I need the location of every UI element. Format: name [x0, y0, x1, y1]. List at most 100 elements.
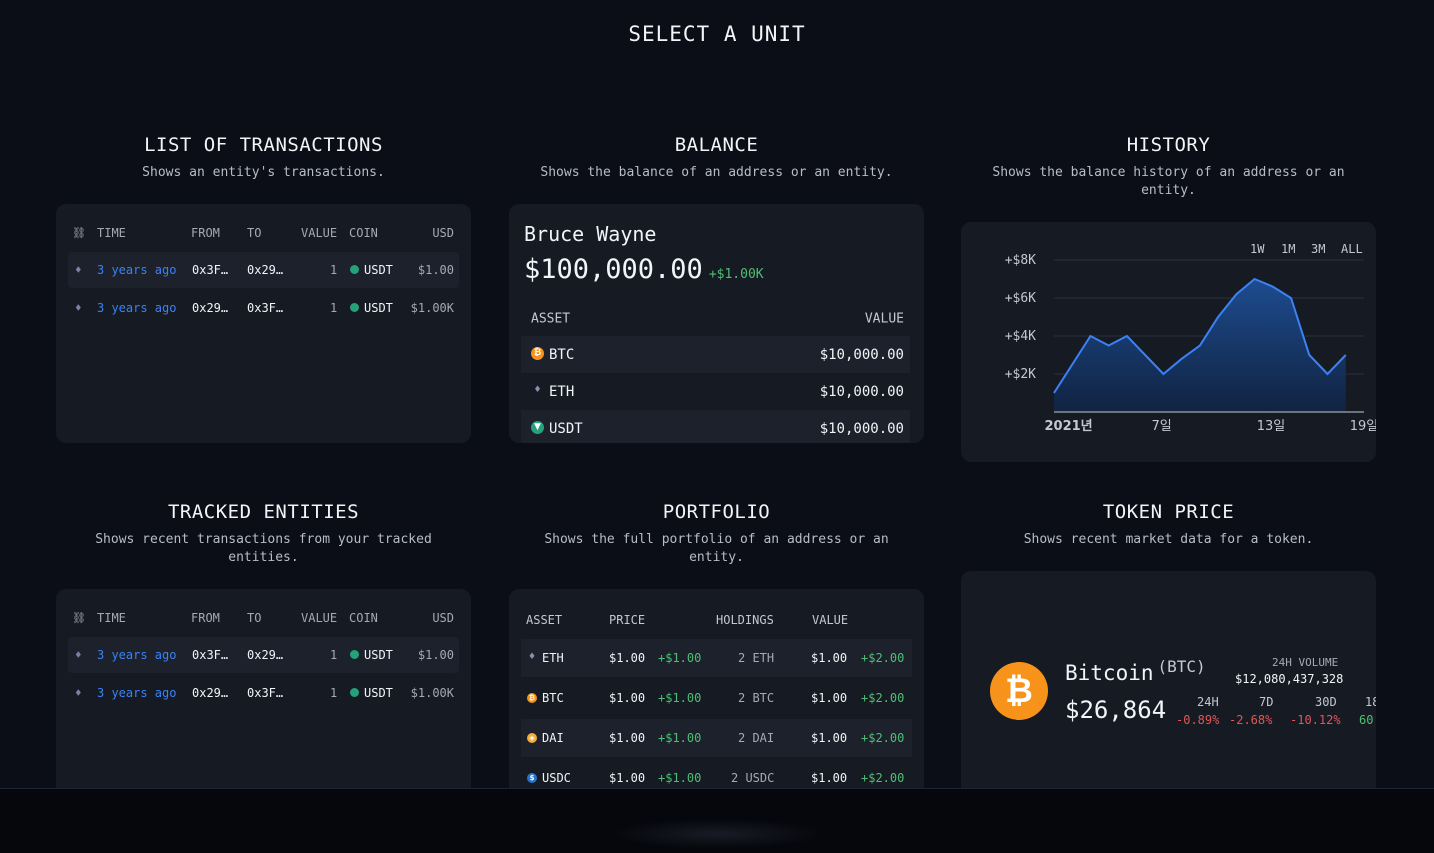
unit-title: PORTFOLIO — [662, 501, 771, 523]
unit-balance[interactable]: BALANCE Shows the balance of an address … — [509, 134, 924, 182]
link-icon: ⛓ — [72, 611, 86, 625]
asset-name: ♦ ETH — [527, 651, 564, 665]
unit-title: TRACKED ENTITIES — [167, 501, 360, 523]
balance-amount: $100,000.00 +$1.00K — [524, 254, 764, 285]
tx-from[interactable]: 0x29… — [192, 686, 228, 700]
usdt-icon — [350, 688, 359, 697]
balance-card[interactable]: Bruce Wayne $100,000.00 +$1.00K ASSET VAL… — [509, 204, 924, 443]
tx-to[interactable]: 0x29… — [247, 648, 283, 662]
col-usd: USD — [432, 226, 454, 240]
x-tick-label: 7일 — [1151, 419, 1171, 434]
col-value: VALUE — [301, 226, 338, 240]
asset-value: $1.00 — [811, 651, 848, 665]
asset-price: $1.00 — [609, 691, 646, 705]
unit-description: Shows recent transactions from your trac… — [95, 532, 432, 565]
col-from: FROM — [191, 226, 220, 240]
col-to: TO — [247, 226, 262, 240]
token-name: Bitcoin (BTC) — [1065, 657, 1206, 685]
unit-tracked-entities[interactable]: TRACKED ENTITIES Shows recent transactio… — [56, 501, 471, 567]
asset-holdings: 2 ETH — [738, 651, 775, 665]
tx-time-link[interactable]: 3 years ago — [97, 301, 176, 315]
price-change: +$1.00 — [658, 691, 702, 705]
transactions-card[interactable]: ⛓ TIME FROM TO VALUE COIN USD ♦ 3 years … — [56, 204, 471, 443]
table-row[interactable]: ♦ 3 years ago 0x29… 0x3F… 1 USDT $1.00K — [68, 675, 459, 711]
tx-to[interactable]: 0x3F… — [247, 686, 283, 700]
tx-to[interactable]: 0x29… — [247, 263, 283, 277]
col-asset: ASSET — [531, 311, 571, 326]
usdc-icon: $ — [527, 772, 537, 783]
eth-icon: ♦ — [75, 301, 82, 315]
table-row[interactable]: ♦ 3 years ago 0x3F… 0x29… 1 USDT $1.00 — [68, 252, 459, 288]
volume-value: $12,080,437,328 — [1235, 672, 1344, 686]
unit-list-of-transactions[interactable]: LIST OF TRANSACTIONS Shows an entity's t… — [56, 134, 471, 182]
asset-name: ▼ USDT — [531, 421, 583, 437]
x-tick-label: 13일 — [1257, 419, 1286, 434]
asset-holdings: 2 BTC — [738, 691, 775, 705]
value-change: +$2.00 — [861, 731, 905, 745]
tx-value: 1 — [330, 686, 338, 700]
eth-icon: ♦ — [75, 648, 82, 662]
table-row[interactable]: ▼ USDT $10,000.00 — [521, 410, 910, 443]
bitcoin-icon: ₿ — [990, 662, 1048, 720]
asset-name: ₿ BTC — [531, 347, 574, 363]
asset-value: $1.00 — [811, 771, 848, 785]
unit-title: TOKEN PRICE — [1102, 501, 1235, 523]
unit-token-price[interactable]: TOKEN PRICE Shows recent market data for… — [961, 501, 1376, 549]
y-tick-label: +$6K — [1005, 291, 1036, 306]
bottom-button-glow — [610, 819, 825, 849]
asset-name: $ USDC — [527, 771, 571, 785]
link-icon: ⛓ — [72, 226, 86, 240]
period-change: -2.68% — [1229, 713, 1273, 727]
tx-from[interactable]: 0x29… — [192, 301, 228, 315]
table-row[interactable]: ₿ BTC $10,000.00 — [521, 336, 910, 373]
tx-time-link[interactable]: 3 years ago — [97, 686, 176, 700]
tx-value: 1 — [330, 648, 338, 662]
tx-time-link[interactable]: 3 years ago — [97, 263, 176, 277]
asset-name: ₿ BTC — [527, 691, 564, 705]
token-card[interactable]: ₿ Bitcoin (BTC) $26,864 24H VOLUME $12,08… — [961, 571, 1376, 811]
btc-icon: ₿ — [531, 347, 544, 360]
tx-coin: USDT — [350, 263, 393, 277]
col-time: TIME — [97, 226, 126, 240]
col-value: VALUE — [864, 311, 904, 326]
table-row[interactable]: ₿ BTC $1.00 +$1.00 2 BTC $1.00 +$2.00 — [521, 679, 912, 717]
tx-to[interactable]: 0x3F… — [247, 301, 283, 315]
tx-time-link[interactable]: 3 years ago — [97, 648, 176, 662]
tx-usd: $1.00K — [410, 301, 454, 315]
col-value: VALUE — [301, 611, 338, 625]
period-label: 30D — [1315, 695, 1337, 709]
unit-description: Shows the balance of an address or an en… — [540, 165, 893, 180]
table-header: ⛓ TIME FROM TO VALUE COIN USD — [56, 605, 471, 631]
unit-portfolio[interactable]: PORTFOLIO Shows the full portfolio of an… — [509, 501, 924, 567]
table-row[interactable]: ◈ DAI $1.00 +$1.00 2 DAI $1.00 +$2.00 — [521, 719, 912, 757]
token-symbol: (BTC) — [1157, 657, 1206, 676]
eth-icon: ♦ — [75, 686, 82, 700]
unit-title: BALANCE — [674, 134, 759, 156]
tx-value: 1 — [330, 301, 338, 315]
asset-value: $10,000.00 — [819, 420, 904, 437]
period-change: -10.12% — [1290, 713, 1341, 727]
y-tick-label: +$4K — [1005, 329, 1036, 344]
col-holdings: HOLDINGS — [716, 613, 774, 627]
col-value: VALUE — [812, 613, 849, 627]
history-card[interactable]: 1W 1M 3M ALL +$2K +$4K +$6K +$8K 2021년 7일 13일 1… — [961, 222, 1376, 462]
eth-icon: ♦ — [527, 652, 537, 662]
table-row[interactable]: ♦ 3 years ago 0x3F… 0x29… 1 USDT $1.00 — [68, 637, 459, 673]
asset-price: $1.00 — [609, 651, 646, 665]
col-asset: ASSET — [526, 613, 563, 627]
table-row[interactable]: ♦ ETH $1.00 +$1.00 2 ETH $1.00 +$2.00 — [521, 639, 912, 677]
tx-value: 1 — [330, 263, 338, 277]
table-row[interactable]: ♦ ETH $10,000.00 — [521, 373, 910, 410]
price-change: +$1.00 — [658, 731, 702, 745]
tx-from[interactable]: 0x3F… — [192, 648, 228, 662]
col-coin: COIN — [349, 226, 378, 240]
btc-icon: ₿ — [527, 692, 537, 703]
tx-coin: USDT — [350, 301, 393, 315]
asset-value: $10,000.00 — [819, 383, 904, 400]
eth-icon: ♦ — [75, 263, 82, 277]
unit-history[interactable]: HISTORY Shows the balance history of an … — [961, 134, 1376, 200]
asset-name: ◈ DAI — [527, 731, 564, 745]
tx-from[interactable]: 0x3F… — [192, 263, 228, 277]
unit-description: Shows the full portfolio of an address o… — [544, 532, 889, 565]
table-row[interactable]: ♦ 3 years ago 0x29… 0x3F… 1 USDT $1.00K — [68, 290, 459, 326]
